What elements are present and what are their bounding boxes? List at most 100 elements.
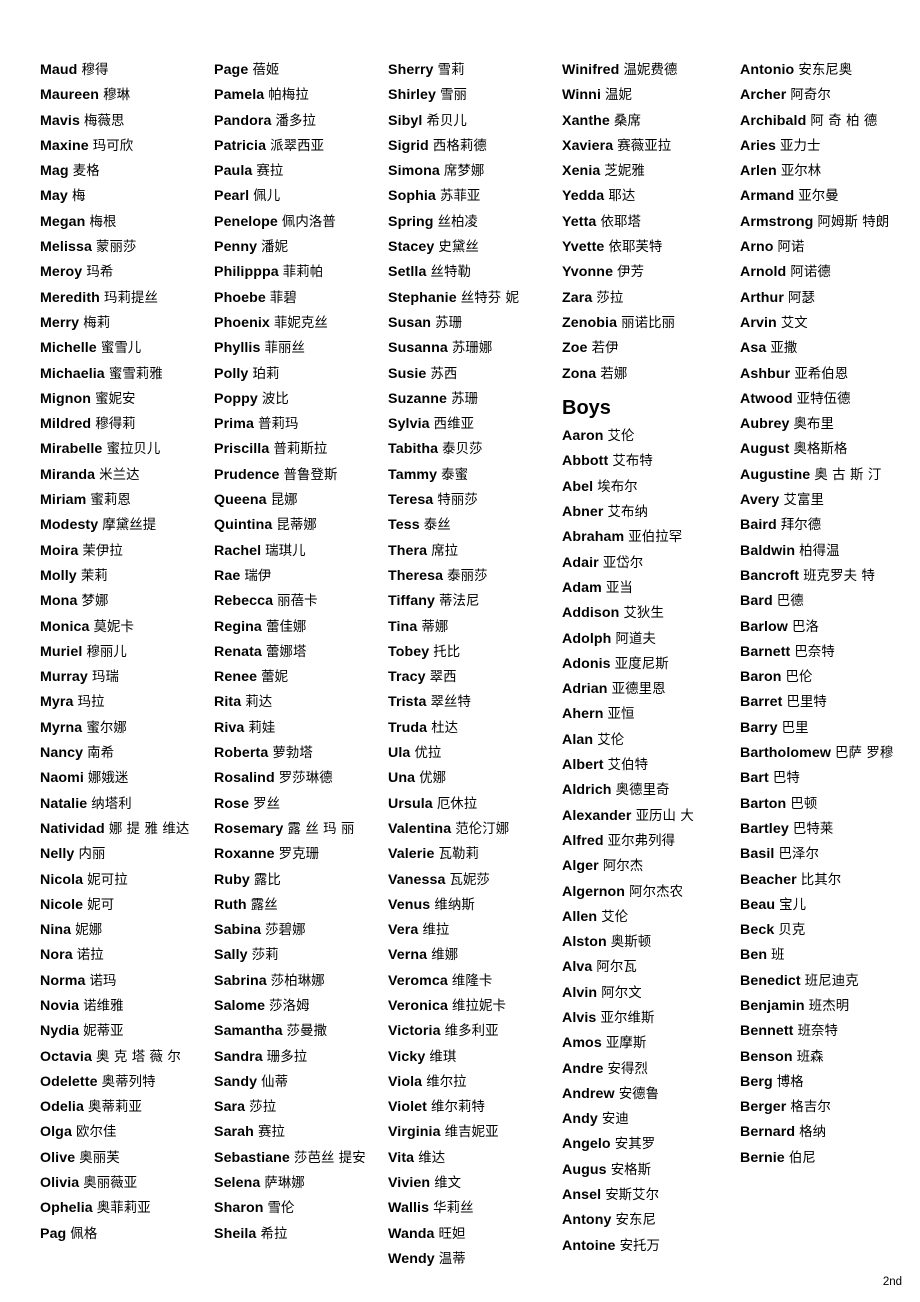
name-entry-chinese: 维娜 <box>431 948 459 964</box>
name-entry: Ophelia 奥菲莉亚 <box>40 1196 210 1221</box>
name-entry: Violet 维尔莉特 <box>388 1095 558 1120</box>
name-entry-chinese: 雪伦 <box>267 1201 295 1217</box>
name-entry-chinese: 奥菲莉亚 <box>96 1201 151 1217</box>
name-entry-english: Archer <box>740 87 787 104</box>
name-entry-english: Veromca <box>388 972 448 989</box>
name-entry-chinese: 珀莉 <box>252 366 280 382</box>
name-entry: Venus 维纳斯 <box>388 893 558 918</box>
name-entry-chinese: 菲丽丝 <box>264 341 305 357</box>
name-entry: Winifred 温妮费德 <box>562 58 736 83</box>
name-entry-chinese: 梅 <box>71 189 86 205</box>
name-entry-english: Sandra <box>214 1048 263 1065</box>
name-entry: Susie 苏西 <box>388 362 558 387</box>
name-entry-english: Amos <box>562 1035 602 1052</box>
name-entry: Yetta 依耶塔 <box>562 210 736 235</box>
name-entry-english: Stacey <box>388 239 435 256</box>
name-entry-chinese: 班杰明 <box>808 998 850 1014</box>
name-entry-chinese: 茉伊拉 <box>82 543 123 559</box>
name-entry-english: Verna <box>388 947 428 964</box>
name-entry: Addison 艾狄生 <box>562 601 736 626</box>
name-entry-chinese: 安东尼 <box>615 1213 656 1229</box>
name-entry-english: Barnett <box>740 643 791 660</box>
name-entry: Avery 艾富里 <box>740 488 914 513</box>
name-entry-english: Shirley <box>388 87 437 104</box>
name-entry-chinese: 蒂法尼 <box>439 594 480 610</box>
name-entry-english: Beck <box>740 922 775 939</box>
name-entry-english: Regina <box>214 618 262 635</box>
name-entry: Riva 莉娃 <box>214 716 384 741</box>
name-entry-english: Tobey <box>388 643 430 660</box>
name-entry: Veromca 维隆卡 <box>388 969 558 994</box>
name-entry: Aaron 艾伦 <box>562 424 736 449</box>
name-entry: Valerie 瓦勒莉 <box>388 842 558 867</box>
name-entry: Miranda 米兰达 <box>40 463 210 488</box>
name-entry-english: Simona <box>388 163 440 180</box>
name-entry-chinese: 罗克珊 <box>278 847 320 863</box>
name-entry-chinese: 巴奈特 <box>794 644 835 660</box>
name-entry: Phyllis 菲丽丝 <box>214 336 384 361</box>
name-entry-english: Zona <box>562 365 597 382</box>
name-entry: Nydia 妮蒂亚 <box>40 1019 210 1044</box>
name-entry-chinese: 阿尔杰 <box>602 859 644 875</box>
name-entry-chinese: 蕾佳娜 <box>265 619 307 635</box>
name-entry-chinese: 阿尔瓦 <box>596 960 637 976</box>
name-entry-english: Winni <box>562 87 601 104</box>
name-entry-english: Olga <box>40 1124 72 1141</box>
name-entry-english: Wallis <box>388 1200 430 1217</box>
name-entry-english: Maud <box>40 62 78 78</box>
name-entry-english: Berg <box>740 1073 773 1090</box>
name-entry: Arno 阿诺 <box>740 235 914 260</box>
name-entry-english: Riva <box>214 719 245 736</box>
name-entry-english: Stephanie <box>388 289 457 306</box>
name-entry-chinese: 托比 <box>433 644 461 660</box>
name-entry-english: Thera <box>388 542 428 559</box>
name-entry-chinese: 穆得莉 <box>95 417 136 433</box>
name-entry-english: Adolph <box>562 630 612 647</box>
name-entry: Maxine 玛可欣 <box>40 134 210 159</box>
name-entry: Rosalind 罗莎琳德 <box>214 766 384 791</box>
name-entry-english: May <box>40 188 68 205</box>
name-entry-english: Norma <box>40 972 86 989</box>
name-entry-chinese: 玛瑞 <box>91 670 119 686</box>
name-entry-chinese: 阿诺 <box>777 240 805 256</box>
name-entry: Armstrong 阿姆斯 特朗 <box>740 210 914 235</box>
name-entry-chinese: 桑席 <box>613 113 641 129</box>
section-heading-boys: Boys <box>562 396 611 419</box>
name-entry-english: Polly <box>214 365 249 382</box>
name-entry: Barnett 巴奈特 <box>740 640 914 665</box>
name-entry: Susan 苏珊 <box>388 311 558 336</box>
name-entry-english: Molly <box>40 567 77 584</box>
name-entry-english: Vanessa <box>388 871 446 888</box>
name-entry-english: Maxine <box>40 137 89 154</box>
name-entry-english: Beacher <box>740 871 797 888</box>
name-entry-english: Sabrina <box>214 972 267 989</box>
name-entry-chinese: 蜜拉贝儿 <box>106 442 161 458</box>
name-entry-chinese: 艾狄生 <box>623 606 664 622</box>
name-entry-english: Zoe <box>562 340 588 357</box>
name-entry: Armand 亚尔曼 <box>740 184 914 209</box>
name-entry: Abner 艾布纳 <box>562 500 736 525</box>
name-entry-chinese: 维达 <box>418 1150 446 1166</box>
name-entry-english: Merry <box>40 314 80 331</box>
name-entry-english: Wendy <box>388 1250 435 1267</box>
name-entry-english: Mildred <box>40 416 92 433</box>
name-entry-chinese: 蜜雪儿 <box>100 341 142 357</box>
name-entry-chinese: 维拉 <box>422 923 450 939</box>
name-entry: Ansel 安斯艾尔 <box>562 1183 736 1208</box>
name-entry-chinese: 特丽莎 <box>437 493 478 509</box>
name-entry: Alston 奥斯顿 <box>562 930 736 955</box>
name-entry: Tracy 翠西 <box>388 665 558 690</box>
name-entry: Ruby 露比 <box>214 868 384 893</box>
name-entry-chinese: 诺维雅 <box>83 998 124 1014</box>
name-entry: Baird 拜尔德 <box>740 513 914 538</box>
name-entry: Rae 瑞伊 <box>214 564 384 589</box>
name-entry-chinese: 蒂娜 <box>421 619 449 635</box>
name-entry-chinese: 潘多拉 <box>275 113 316 129</box>
name-entry-chinese: 莎芭丝 提安 <box>293 1150 366 1166</box>
name-entry: Nancy 南希 <box>40 741 210 766</box>
name-entry-chinese: 奥布里 <box>793 417 835 433</box>
name-entry-chinese: 亚当 <box>605 580 633 596</box>
name-entry-chinese: 维纳斯 <box>434 897 475 913</box>
name-entry-english: Ursula <box>388 795 433 812</box>
name-entry-chinese: 亚摩斯 <box>605 1036 647 1052</box>
